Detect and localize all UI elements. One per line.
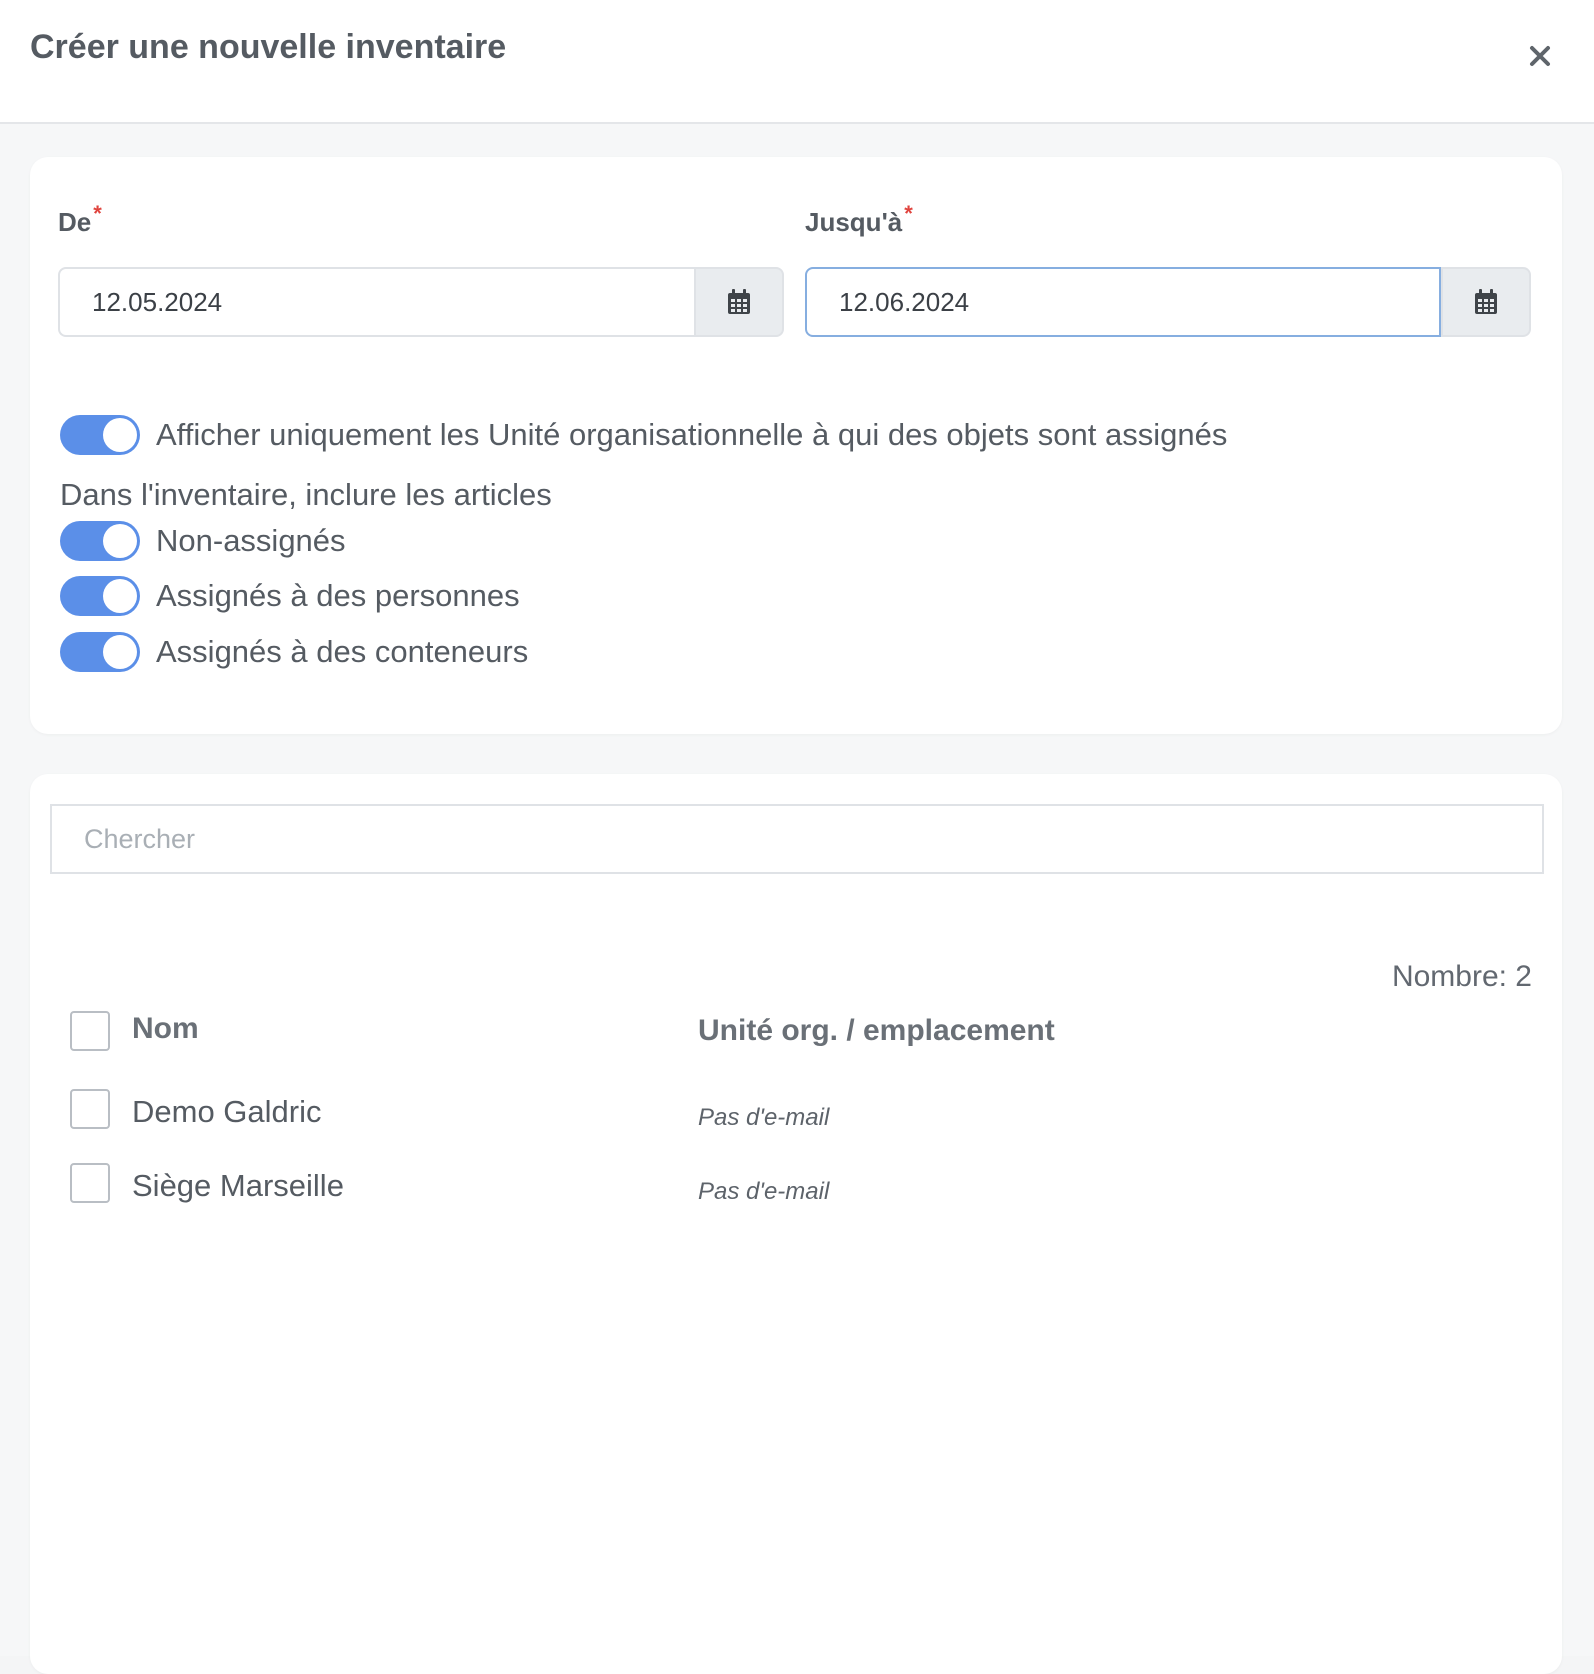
from-date-input[interactable]: 12.05.2024 [58,267,694,337]
to-label: Jusqu'à* [805,201,913,237]
assigned-persons-label: Assignés à des personnes [156,578,520,613]
settings-card: De* 12.05.2024 Jusqu'à* 12.06.2024 Affic… [30,157,1562,734]
only-assigned-option: Afficher uniquement les Unité organisati… [60,413,1227,457]
calendar-icon [1475,289,1497,314]
row-org: Pas d'e-mail [698,1104,830,1131]
close-button[interactable] [1520,36,1560,76]
create-inventory-modal: Créer une nouvelle inventaire De* 12.05.… [0,0,1594,1674]
non-assigned-option: Non-assignés [60,519,346,563]
units-list-card: Chercher Nombre: 2 Nom Unité org. / empl… [30,774,1562,1674]
assigned-persons-option: Assignés à des personnes [60,574,520,618]
modal-title: Créer une nouvelle inventaire [30,28,507,66]
row-name: Siège Marseille [132,1168,344,1203]
select-all-checkbox[interactable] [70,1011,110,1051]
column-header-org: Unité org. / emplacement [698,1014,1055,1047]
calendar-icon [728,289,750,314]
required-marker: * [93,201,102,226]
non-assigned-label: Non-assignés [156,523,346,558]
row-org: Pas d'e-mail [698,1178,830,1205]
assigned-containers-toggle[interactable] [60,632,140,672]
modal-header: Créer une nouvelle inventaire [0,0,1594,124]
only-assigned-toggle[interactable] [60,415,140,455]
column-header-name: Nom [132,1012,199,1045]
count-label: Nombre: 2 [1391,960,1532,993]
row-checkbox[interactable] [70,1163,110,1203]
to-date-input[interactable]: 12.06.2024 [805,267,1441,337]
from-date-group: 12.05.2024 [58,267,784,337]
to-date-group: 12.06.2024 [805,267,1531,337]
from-label: De* [58,201,102,237]
only-assigned-label: Afficher uniquement les Unité organisati… [156,417,1228,452]
assigned-containers-option: Assignés à des conteneurs [60,630,528,674]
search-input[interactable]: Chercher [50,804,1544,874]
from-calendar-button[interactable] [694,267,784,337]
to-calendar-button[interactable] [1441,267,1531,337]
non-assigned-toggle[interactable] [60,521,140,561]
assigned-containers-label: Assignés à des conteneurs [156,634,529,669]
row-checkbox[interactable] [70,1089,110,1129]
assigned-persons-toggle[interactable] [60,576,140,616]
required-marker: * [904,201,913,226]
close-icon [1530,46,1550,66]
row-name: Demo Galdric [132,1094,322,1129]
include-heading: Dans l'inventaire, inclure les articles [60,477,552,512]
